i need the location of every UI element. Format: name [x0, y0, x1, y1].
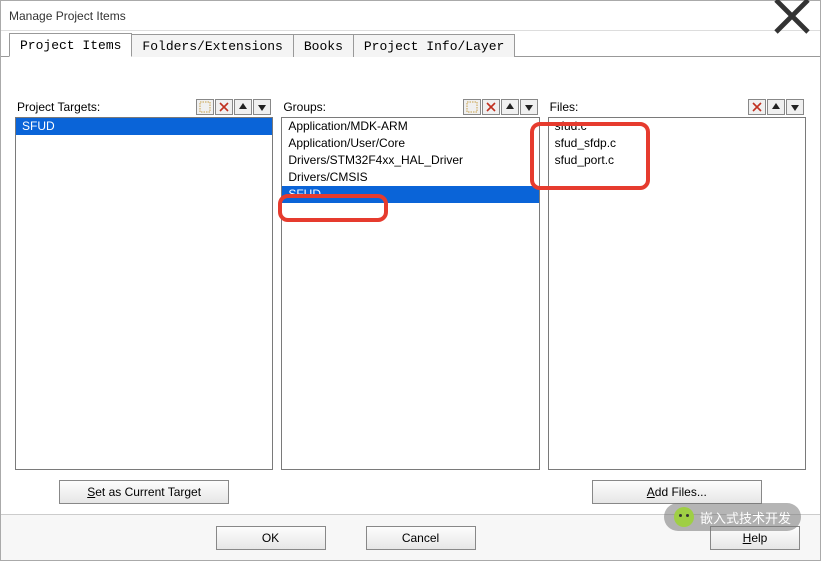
- wechat-icon: [674, 507, 694, 527]
- tab-project-items[interactable]: Project Items: [9, 33, 132, 57]
- groups-listbox[interactable]: Application/MDK-ARM Application/User/Cor…: [281, 117, 539, 470]
- group-item[interactable]: Drivers/CMSIS: [282, 169, 538, 186]
- file-item[interactable]: sfud.c: [549, 118, 805, 135]
- ok-button[interactable]: OK: [216, 526, 326, 550]
- targets-toolbar: [195, 99, 271, 115]
- watermark: 嵌入式技术开发: [664, 503, 801, 531]
- files-toolbar: [747, 99, 804, 115]
- files-delete-button[interactable]: [748, 99, 766, 115]
- close-button[interactable]: [772, 2, 812, 30]
- set-as-current-target-button[interactable]: Set as Current Target: [59, 480, 229, 504]
- targets-listbox[interactable]: SFUD: [15, 117, 273, 470]
- groups-label: Groups:: [283, 100, 326, 114]
- group-item[interactable]: Application/User/Core: [282, 135, 538, 152]
- content-area: Project Targets: SFUD Set as Current Tar…: [1, 57, 820, 514]
- groups-delete-button[interactable]: [482, 99, 500, 115]
- window-title: Manage Project Items: [9, 9, 126, 23]
- tab-project-info-layer[interactable]: Project Info/Layer: [353, 34, 515, 57]
- groups-moveup-button[interactable]: [501, 99, 519, 115]
- files-label: Files:: [550, 100, 579, 114]
- tab-books[interactable]: Books: [293, 34, 354, 57]
- groups-column: Groups: Application/MDK-ARM Application/…: [281, 97, 539, 504]
- group-item[interactable]: Drivers/STM32F4xx_HAL_Driver: [282, 152, 538, 169]
- watermark-text: 嵌入式技术开发: [700, 508, 791, 527]
- group-item[interactable]: SFUD: [282, 186, 538, 203]
- manage-project-items-dialog: Manage Project Items Project Items Folde…: [0, 0, 821, 561]
- cancel-button[interactable]: Cancel: [366, 526, 476, 550]
- tabstrip: Project Items Folders/Extensions Books P…: [1, 31, 820, 57]
- tab-folders-extensions[interactable]: Folders/Extensions: [131, 34, 293, 57]
- targets-label: Project Targets:: [17, 100, 100, 114]
- groups-movedown-button[interactable]: [520, 99, 538, 115]
- add-files-button[interactable]: Add Files...: [592, 480, 762, 504]
- groups-toolbar: [462, 99, 538, 115]
- file-item[interactable]: sfud_port.c: [549, 152, 805, 169]
- file-item[interactable]: sfud_sfdp.c: [549, 135, 805, 152]
- targets-moveup-button[interactable]: [234, 99, 252, 115]
- files-listbox[interactable]: sfud.c sfud_sfdp.c sfud_port.c: [548, 117, 806, 470]
- group-item[interactable]: Application/MDK-ARM: [282, 118, 538, 135]
- targets-new-button[interactable]: [196, 99, 214, 115]
- targets-movedown-button[interactable]: [253, 99, 271, 115]
- files-movedown-button[interactable]: [786, 99, 804, 115]
- groups-new-button[interactable]: [463, 99, 481, 115]
- targets-column: Project Targets: SFUD Set as Current Tar…: [15, 97, 273, 504]
- targets-delete-button[interactable]: [215, 99, 233, 115]
- titlebar: Manage Project Items: [1, 1, 820, 31]
- files-moveup-button[interactable]: [767, 99, 785, 115]
- target-item[interactable]: SFUD: [16, 118, 272, 135]
- files-column: Files: sfud.c sfud_sfdp.c sfud_port.c Ad…: [548, 97, 806, 504]
